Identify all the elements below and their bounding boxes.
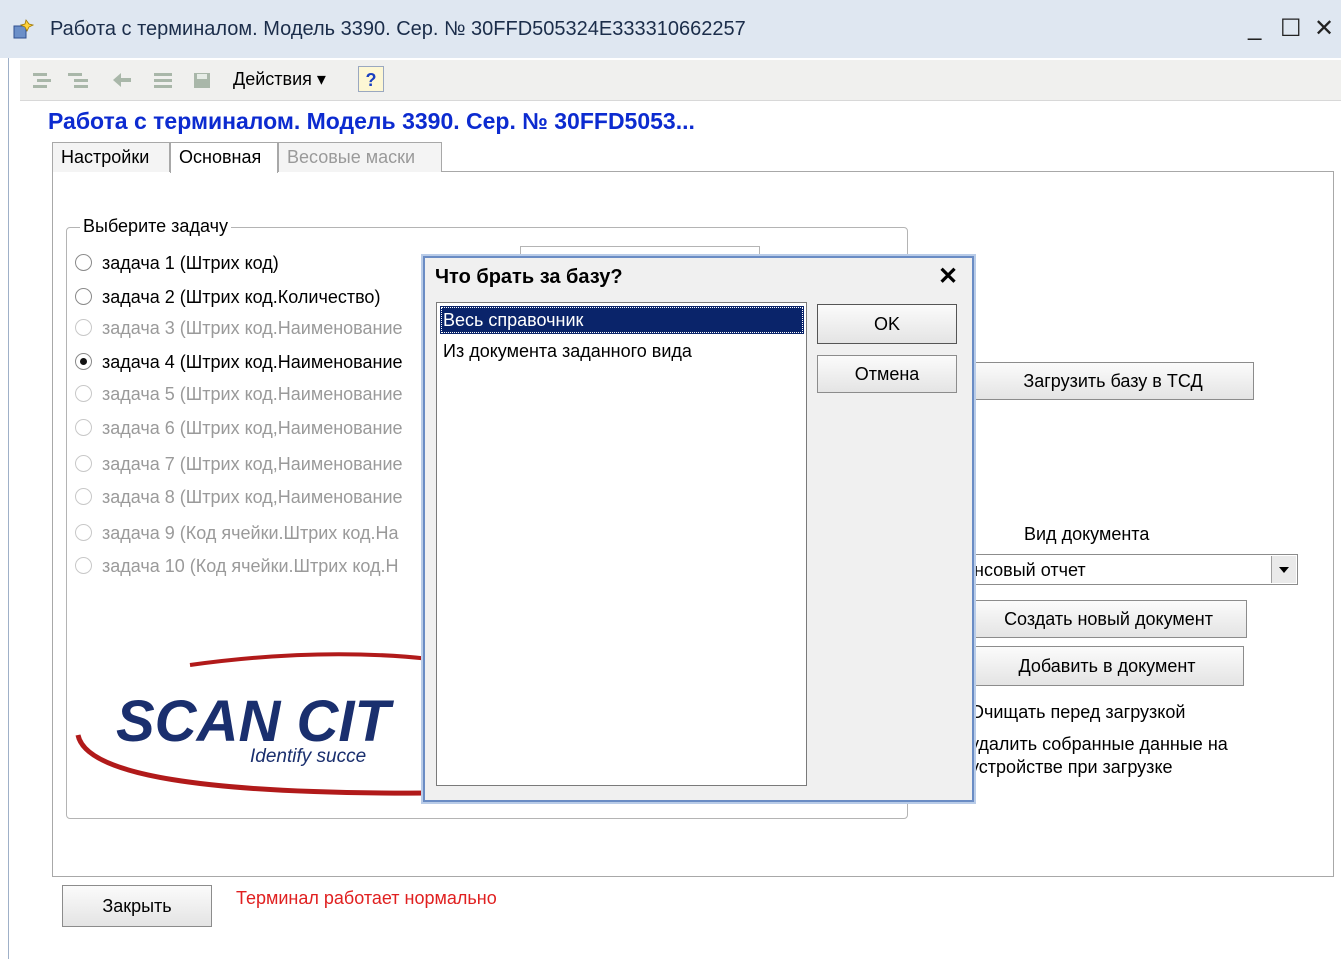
maximize-button[interactable]: ☐ <box>1280 14 1302 43</box>
doc-type-value: нсовый отчет <box>974 560 1086 580</box>
close-window-button[interactable]: ✕ <box>1314 14 1334 43</box>
radio-label-task-6: задача 6 (Штрих код,Наименование <box>102 418 403 438</box>
radio-task-9 <box>75 524 92 541</box>
toolbar <box>20 60 1341 101</box>
move-left-icon[interactable] <box>111 70 135 90</box>
tab-settings[interactable]: Настройки <box>52 142 170 172</box>
clear-before-load-checkbox[interactable]: Очищать перед загрузкой <box>970 702 1185 723</box>
load-base-button[interactable]: Загрузить базу в ТСД <box>972 362 1254 400</box>
task-group-label: Выберите задачу <box>80 216 231 237</box>
actions-menu[interactable]: Действия ▾ <box>233 69 326 90</box>
ok-button[interactable]: OK <box>817 304 957 344</box>
tab-weight-masks[interactable]: Весовые маски <box>278 142 442 172</box>
radio-task-2[interactable] <box>75 288 92 305</box>
add-to-document-button[interactable]: Добавить в документ <box>970 646 1244 686</box>
logo-text: SCAN CIT <box>116 689 390 754</box>
radio-label-task-9: задача 9 (Код ячейки.Штрих код.На <box>102 523 399 543</box>
delete-data-label-cont: устройстве при загрузке <box>970 757 1173 777</box>
window-title: Работа с терминалом. Модель 3390. Сер. №… <box>50 18 746 40</box>
window-border <box>8 58 9 959</box>
radio-task-3 <box>75 319 92 336</box>
tab-main[interactable]: Основная <box>170 142 278 173</box>
app-icon <box>12 18 35 40</box>
close-button[interactable]: Закрыть <box>62 885 212 927</box>
dialog-close-icon[interactable]: ✕ <box>938 262 958 291</box>
radio-task-7 <box>75 455 92 472</box>
doc-type-label: Вид документа <box>1024 524 1150 544</box>
radio-task-6 <box>75 419 92 436</box>
radio-task-8 <box>75 488 92 505</box>
radio-label-task-8: задача 8 (Штрих код,Наименование <box>102 487 403 507</box>
help-button[interactable]: ? <box>358 66 384 92</box>
hierarchy-down-icon[interactable] <box>66 70 90 90</box>
radio-label-task-5: задача 5 (Штрих код.Наименование <box>102 384 403 404</box>
radio-task-4[interactable] <box>75 353 92 370</box>
chevron-down-icon[interactable] <box>1271 556 1296 583</box>
radio-task-5 <box>75 385 92 402</box>
dialog-list[interactable] <box>436 302 807 786</box>
logo-tagline: Identify succe <box>250 746 367 767</box>
dialog-title: Что брать за базу? <box>435 266 623 288</box>
radio-label-task-7: задача 7 (Штрих код,Наименование <box>102 454 403 474</box>
radio-label-task-4: задача 4 (Штрих код.Наименование <box>102 352 403 372</box>
radio-task-1[interactable] <box>75 254 92 271</box>
doc-type-select[interactable]: нсовый отчет <box>970 554 1298 585</box>
save-icon[interactable] <box>192 70 216 90</box>
delete-data-checkbox[interactable]: удалить собранные данные на <box>970 734 1228 755</box>
cancel-button[interactable]: Отмена <box>817 355 957 393</box>
form-title: Работа с терминалом. Модель 3390. Сер. №… <box>48 108 695 134</box>
hierarchy-up-icon[interactable] <box>31 70 55 90</box>
radio-label-task-10: задача 10 (Код ячейки.Штрих код.Н <box>102 556 399 576</box>
radio-selected-dot <box>80 358 87 365</box>
radio-label-task-3: задача 3 (Штрих код.Наименование <box>102 318 403 338</box>
radio-label-task-2: задача 2 (Штрих код.Количество) <box>102 287 381 307</box>
status-text: Терминал работает нормально <box>236 888 497 908</box>
create-document-button[interactable]: Создать новый документ <box>970 600 1247 638</box>
radio-label-task-1: задача 1 (Штрих код) <box>102 253 279 273</box>
list-item-whole-catalog[interactable]: Весь справочник <box>440 306 804 334</box>
minimize-button[interactable]: _ <box>1248 14 1261 42</box>
list-item-from-document[interactable]: Из документа заданного вида <box>440 337 804 365</box>
radio-task-10 <box>75 557 92 574</box>
list-icon[interactable] <box>152 70 176 90</box>
